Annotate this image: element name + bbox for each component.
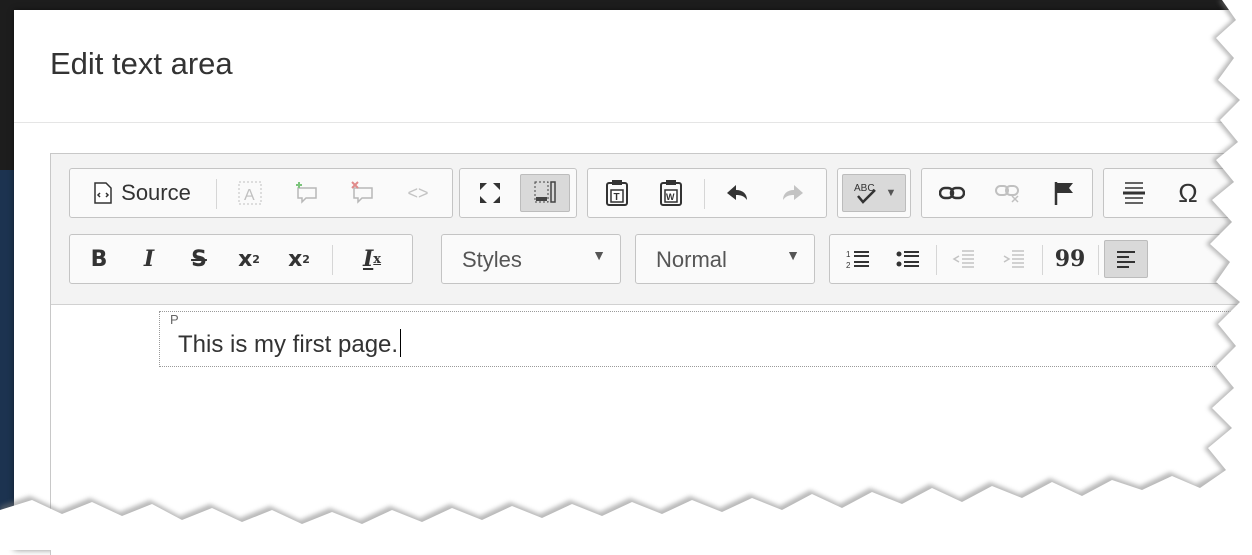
torn-edge-effect: [0, 0, 1252, 550]
